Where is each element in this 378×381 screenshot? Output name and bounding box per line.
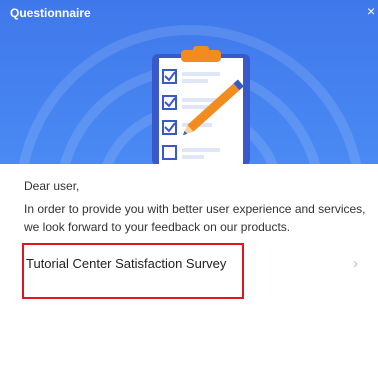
greeting-text: Dear user,: [24, 179, 80, 193]
chevron-right-icon[interactable]: ›: [353, 255, 358, 273]
questionnaire-dialog: Questionnaire × Dear user, In order to p…: [0, 0, 378, 381]
survey-label[interactable]: Tutorial Center Satisfaction Survey: [26, 255, 226, 273]
close-icon[interactable]: ×: [367, 3, 378, 19]
survey-item[interactable]: Tutorial Center Satisfaction Survey: [22, 243, 244, 299]
dialog-header: Questionnaire ×: [0, 0, 378, 164]
intro-message: In order to provide you with better user…: [24, 202, 366, 234]
banner-illustration: [18, 25, 362, 164]
clipboard-checklist-icon: [152, 46, 250, 164]
dialog-title: Questionnaire: [10, 6, 91, 20]
